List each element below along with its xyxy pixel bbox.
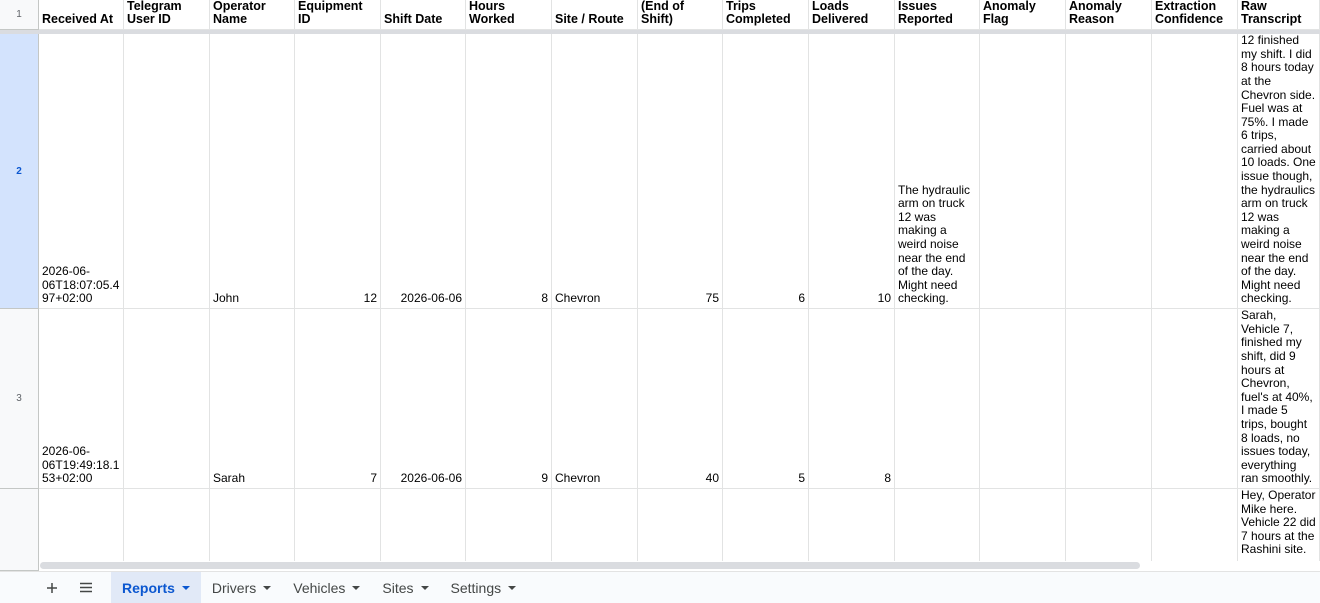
column-header-operator-name[interactable]: Operator Name — [210, 0, 295, 30]
cell-vehicle-id[interactable] — [295, 489, 381, 571]
cell-vehicle-id[interactable]: 12 — [295, 34, 381, 309]
cell-hours-worked[interactable] — [466, 489, 552, 571]
cell-telegram-user-id[interactable] — [124, 309, 210, 489]
spreadsheet-grid[interactable]: 1 2 3 Received At Telegram User ID Operator N… — [0, 0, 1320, 571]
cell-loads-delivered[interactable]: 8 — [809, 309, 895, 489]
cell-raw-transcript[interactable]: Hey, this is Operator Sarah, Vehicle 7, … — [1238, 309, 1320, 489]
sheet-tab-drivers[interactable]: Drivers — [201, 572, 282, 603]
column-header-site-route[interactable]: Site / Route — [552, 0, 638, 30]
sheet-tab-label: Sites — [382, 579, 414, 596]
chevron-down-icon[interactable] — [508, 585, 517, 590]
cell-site-route[interactable]: Chevron — [552, 309, 638, 489]
sheet-tab-label: Vehicles — [293, 579, 346, 596]
sheet-tab-label: Reports — [122, 579, 175, 596]
cell-telegram-user-id[interactable] — [124, 34, 210, 309]
cell-trips-completed[interactable]: 6 — [723, 34, 809, 309]
horizontal-scrollbar-thumb[interactable] — [40, 562, 1140, 569]
cell-received-at[interactable]: 2026-06-06T19:49:18.153+02:00 — [39, 309, 124, 489]
row-header-2[interactable]: 2 — [0, 34, 39, 309]
column-header-loads-delivered[interactable]: Loads Delivered — [809, 0, 895, 30]
cell-anomaly-reason[interactable] — [1066, 489, 1152, 571]
cell-extraction-confidence[interactable] — [1152, 34, 1238, 309]
chevron-down-icon[interactable] — [263, 585, 272, 590]
column-header-hours-worked[interactable]: Hours Worked — [466, 0, 552, 30]
column-header-anomaly-reason[interactable]: Anomaly Reason — [1066, 0, 1152, 30]
cell-anomaly-reason[interactable] — [1066, 309, 1152, 489]
chevron-down-icon[interactable] — [352, 585, 361, 590]
cell-operator-name[interactable] — [210, 489, 295, 571]
column-header-vehicle-id[interactable]: Vehicle / Equipment ID — [295, 0, 381, 30]
sheet-tab-label: Drivers — [211, 579, 257, 596]
cell-hours-worked[interactable]: 9 — [466, 309, 552, 489]
cell-site-route[interactable]: Chevron — [552, 34, 638, 309]
cell-vehicle-id[interactable]: 7 — [295, 309, 381, 489]
cell-shift-date[interactable] — [381, 489, 466, 571]
sheet-tab-reports[interactable]: Reports — [111, 572, 201, 603]
cell-received-at[interactable]: 2026-06-06T18:07:05.497+02:00 — [39, 34, 124, 309]
column-header-received-at[interactable]: Received At — [39, 0, 124, 30]
column-header-telegram-user-id[interactable]: Telegram User ID — [124, 0, 210, 30]
menu-icon[interactable] — [69, 572, 103, 603]
cell-received-at[interactable] — [39, 489, 124, 571]
cell-fuel-level[interactable] — [638, 489, 723, 571]
cell-loads-delivered[interactable]: 10 — [809, 34, 895, 309]
sheet-tab-vehicles[interactable]: Vehicles — [282, 572, 371, 603]
cell-fuel-level[interactable]: 75 — [638, 34, 723, 309]
frozen-row-divider[interactable] — [0, 30, 1320, 34]
cell-operator-name[interactable]: John — [210, 34, 295, 309]
cell-anomaly-flag[interactable] — [980, 309, 1066, 489]
column-header-issues-reported[interactable]: Issues Reported — [895, 0, 980, 30]
sheet-tabs: Reports Drivers Vehicles Sites Settings — [111, 572, 527, 603]
chevron-down-icon[interactable] — [420, 585, 429, 590]
column-header-extraction-confidence[interactable]: Extraction Confidence — [1152, 0, 1238, 30]
cell-telegram-user-id[interactable] — [124, 489, 210, 571]
cell-issues-reported[interactable] — [895, 309, 980, 489]
column-header-fuel-level[interactable]: Fuel Level (End of Shift) — [638, 0, 723, 30]
cell-raw-transcript[interactable]: Hey, Operator Mike here. Vehicle 22 did … — [1238, 489, 1320, 571]
cell-issues-reported[interactable] — [895, 489, 980, 571]
cell-site-route[interactable] — [552, 489, 638, 571]
cell-issues-reported[interactable]: The hydraulic arm on truck 12 was making… — [895, 34, 980, 309]
column-header-anomaly-flag[interactable]: Anomaly Flag — [980, 0, 1066, 30]
plus-icon[interactable] — [35, 572, 69, 603]
cell-extraction-confidence[interactable] — [1152, 489, 1238, 571]
row-header-4[interactable] — [0, 489, 39, 571]
cell-anomaly-flag[interactable] — [980, 489, 1066, 571]
cell-shift-date[interactable]: 2026-06-06 — [381, 34, 466, 309]
row-header-3[interactable]: 3 — [0, 309, 39, 489]
row-header-1[interactable]: 1 — [0, 0, 39, 30]
sheet-tab-label: Settings — [450, 579, 502, 596]
cell-operator-name[interactable]: Sarah — [210, 309, 295, 489]
column-header-trips-completed[interactable]: Trips Completed — [723, 0, 809, 30]
chevron-down-icon[interactable] — [181, 585, 190, 590]
cell-raw-transcript[interactable]: Hey, this is operator John. Vehicle 12 f… — [1238, 34, 1320, 309]
cell-extraction-confidence[interactable] — [1152, 309, 1238, 489]
sheet-tab-settings[interactable]: Settings — [440, 572, 528, 603]
sheet-tab-bar: Reports Drivers Vehicles Sites Settings — [0, 571, 1320, 603]
cell-trips-completed[interactable] — [723, 489, 809, 571]
cell-fuel-level[interactable]: 40 — [638, 309, 723, 489]
cell-anomaly-flag[interactable] — [980, 34, 1066, 309]
cell-loads-delivered[interactable] — [809, 489, 895, 571]
cell-shift-date[interactable]: 2026-06-06 — [381, 309, 466, 489]
column-header-shift-date[interactable]: Shift Date — [381, 0, 466, 30]
cell-anomaly-reason[interactable] — [1066, 34, 1152, 309]
cell-hours-worked[interactable]: 8 — [466, 34, 552, 309]
sheet-tab-sites[interactable]: Sites — [371, 572, 439, 603]
column-header-raw-transcript[interactable]: Raw Transcript — [1238, 0, 1320, 30]
cell-trips-completed[interactable]: 5 — [723, 309, 809, 489]
